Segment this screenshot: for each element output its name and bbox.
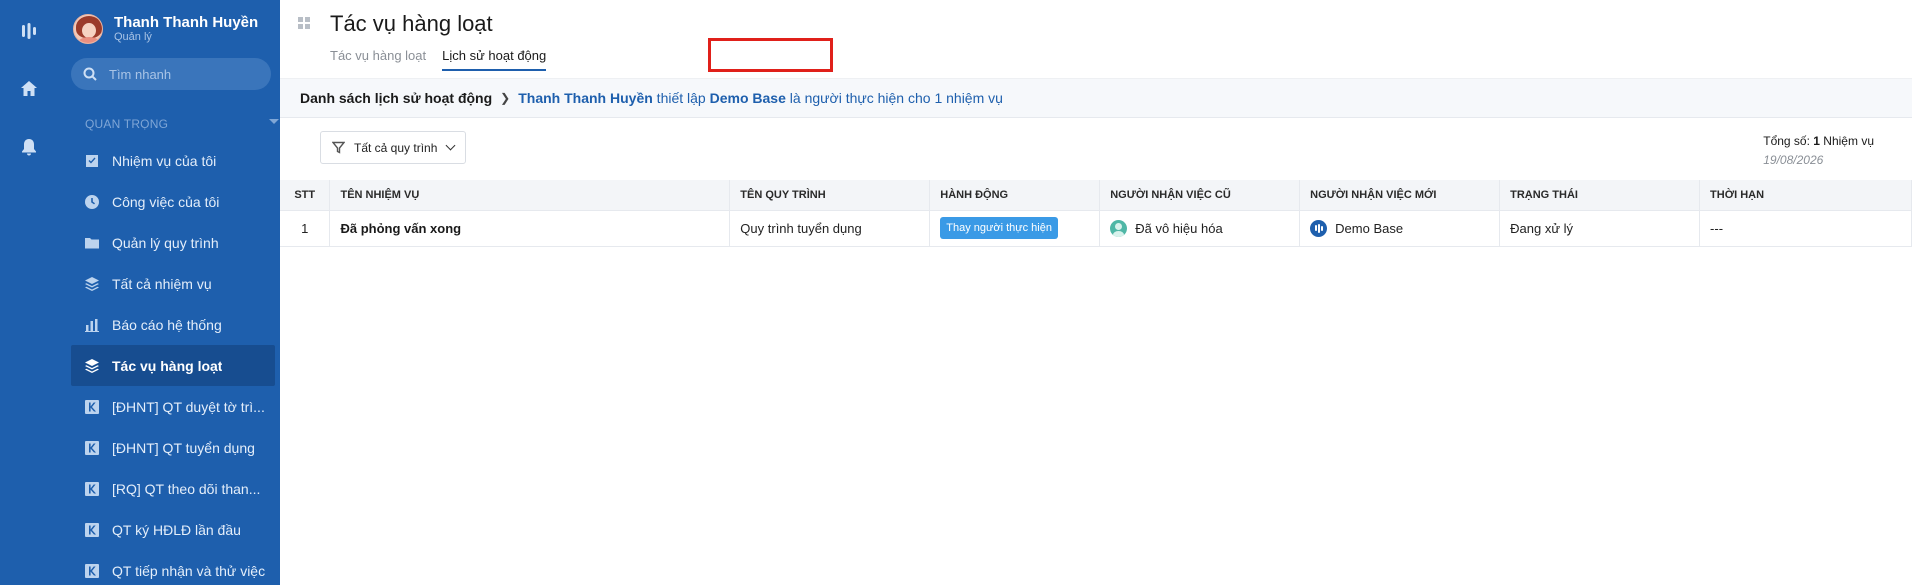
sidebar-item-workflow-1[interactable]: [ĐHNT] QT duyệt tờ trì...	[71, 386, 275, 427]
layers-icon	[83, 275, 100, 292]
highlight-box	[708, 38, 833, 72]
table-row[interactable]: 1 Đã phỏng vấn xong Quy trình tuyển dụng…	[280, 210, 1912, 247]
breadcrumb-current: Thanh Thanh Huyền thiết lập Demo Base là…	[518, 90, 1003, 106]
filter-icon	[332, 141, 345, 154]
search-box[interactable]	[71, 58, 271, 90]
sidebar-item-my-tasks[interactable]: Nhiệm vụ của tôi	[71, 140, 275, 181]
sidebar-item-my-jobs[interactable]: Công việc của tôi	[71, 181, 275, 222]
base-logo-icon	[1310, 219, 1328, 237]
process-filter-dropdown[interactable]: Tất cả quy trình	[320, 131, 466, 164]
profile-name: Thanh Thanh Huyền	[114, 14, 259, 31]
workflow-icon	[83, 562, 100, 579]
clock-icon	[83, 193, 100, 210]
tab-bar: Tác vụ hàng loạt Lịch sử hoạt động	[330, 48, 562, 71]
total-count: 1	[1813, 134, 1820, 148]
app-logo-icon[interactable]	[18, 20, 40, 42]
folder-icon	[83, 234, 100, 251]
sidebar-item-label: Tác vụ hàng loạt	[112, 357, 223, 374]
cell-status: Đang xử lý	[1499, 210, 1701, 247]
profile-role: Quản lý	[114, 31, 152, 43]
bar-chart-icon	[83, 316, 100, 333]
breadcrumb-root[interactable]: Danh sách lịch sử hoạt động	[300, 90, 492, 106]
total-summary: Tổng số: 1 Nhiệm vụ 19/08/2026	[1763, 134, 1874, 167]
sidebar-item-label: QT ký HĐLĐ lần đầu	[112, 521, 241, 538]
sidebar-item-label: [ĐHNT] QT tuyển dụng	[112, 439, 255, 456]
main-content: Tác vụ hàng loạt Tác vụ hàng loạt Lịch s…	[280, 0, 1912, 585]
breadcrumb: Danh sách lịch sử hoạt động ❯ Thanh Than…	[280, 78, 1912, 118]
action-badge: Thay người thực hiện	[940, 217, 1058, 239]
col-new-assignee: NGƯỜI NHẬN VIỆC MỚI	[1299, 180, 1501, 211]
history-table: STT TÊN NHIỆM VỤ TÊN QUY TRÌNH HÀNH ĐỘNG…	[280, 180, 1912, 247]
chevron-right-icon: ❯	[500, 91, 511, 105]
col-stt: STT	[280, 180, 331, 211]
bell-icon[interactable]	[18, 136, 40, 158]
sidebar-item-workflow-3[interactable]: [RQ] QT theo dõi than...	[71, 468, 275, 509]
col-action: HÀNH ĐỘNG	[929, 180, 1101, 211]
checkbox-icon	[83, 152, 100, 169]
cell-action: Thay người thực hiện	[929, 210, 1101, 247]
sidebar-item-process-management[interactable]: Quản lý quy trình	[71, 222, 275, 263]
page-title: Tác vụ hàng loạt	[330, 11, 493, 36]
tab-activity-history[interactable]: Lịch sử hoạt động	[442, 48, 547, 71]
summary-date: 19/08/2026	[1763, 153, 1824, 167]
cell-new-assignee: Demo Base	[1299, 210, 1501, 247]
sidebar-item-label: Quản lý quy trình	[112, 234, 219, 251]
col-status: TRẠNG THÁI	[1499, 180, 1701, 211]
workflow-icon	[83, 480, 100, 497]
workflow-icon	[83, 398, 100, 415]
cell-deadline: ---	[1699, 210, 1912, 247]
sidebar-item-label: Tất cả nhiệm vụ	[112, 275, 212, 292]
table-header-row: STT TÊN NHIỆM VỤ TÊN QUY TRÌNH HÀNH ĐỘNG…	[280, 180, 1912, 211]
cell-task-name[interactable]: Đã phỏng vấn xong	[329, 210, 731, 247]
sidebar-item-bulk-actions[interactable]: Tác vụ hàng loạt	[71, 345, 275, 386]
sidebar-item-all-tasks[interactable]: Tất cả nhiệm vụ	[71, 263, 275, 304]
cell-stt: 1	[280, 210, 331, 247]
sidebar-item-system-report[interactable]: Báo cáo hệ thống	[71, 304, 275, 345]
workflow-icon	[83, 439, 100, 456]
sidebar-item-label: QT tiếp nhận và thử việc	[112, 562, 266, 579]
cell-old-assignee: Đã vô hiệu hóa	[1099, 210, 1301, 247]
search-input[interactable]	[109, 66, 259, 82]
tab-bulk-actions[interactable]: Tác vụ hàng loạt	[330, 48, 426, 71]
sidebar-nav: Nhiệm vụ của tôi Công việc của tôi Quản …	[71, 140, 275, 585]
col-task-name: TÊN NHIỆM VỤ	[329, 180, 731, 211]
sidebar-item-label: Nhiệm vụ của tôi	[112, 152, 217, 169]
sidebar-item-label: Báo cáo hệ thống	[112, 316, 222, 333]
home-icon[interactable]	[18, 78, 40, 100]
search-icon	[83, 67, 97, 81]
icon-rail	[0, 0, 57, 585]
sidebar: Thanh Thanh Huyền Quản lý QUAN TRỌNG Nhi…	[57, 0, 280, 585]
col-process-name: TÊN QUY TRÌNH	[729, 180, 931, 211]
col-deadline: THỜI HẠN	[1699, 180, 1912, 211]
user-profile[interactable]: Thanh Thanh Huyền Quản lý	[73, 14, 258, 44]
sidebar-item-workflow-2[interactable]: [ĐHNT] QT tuyển dụng	[71, 427, 275, 468]
workflow-icon	[83, 521, 100, 538]
sidebar-item-workflow-4[interactable]: QT ký HĐLĐ lần đầu	[71, 509, 275, 550]
sidebar-item-label: [ĐHNT] QT duyệt tờ trì...	[112, 398, 265, 415]
avatar	[73, 14, 103, 44]
grid-icon[interactable]	[298, 17, 310, 29]
layers-icon	[83, 357, 100, 374]
cell-process-name: Quy trình tuyển dụng	[729, 210, 931, 247]
chevron-down-icon	[445, 140, 456, 151]
filter-label: Tất cả quy trình	[354, 140, 438, 155]
section-collapse-icon[interactable]	[269, 119, 279, 124]
sidebar-item-workflow-5[interactable]: QT tiếp nhận và thử việc	[71, 550, 275, 585]
sidebar-item-label: Công việc của tôi	[112, 193, 220, 210]
section-heading: QUAN TRỌNG	[85, 117, 169, 131]
col-old-assignee: NGƯỜI NHẬN VIỆC CŨ	[1099, 180, 1301, 211]
sidebar-item-label: [RQ] QT theo dõi than...	[112, 480, 261, 497]
user-avatar-icon	[1110, 219, 1128, 237]
